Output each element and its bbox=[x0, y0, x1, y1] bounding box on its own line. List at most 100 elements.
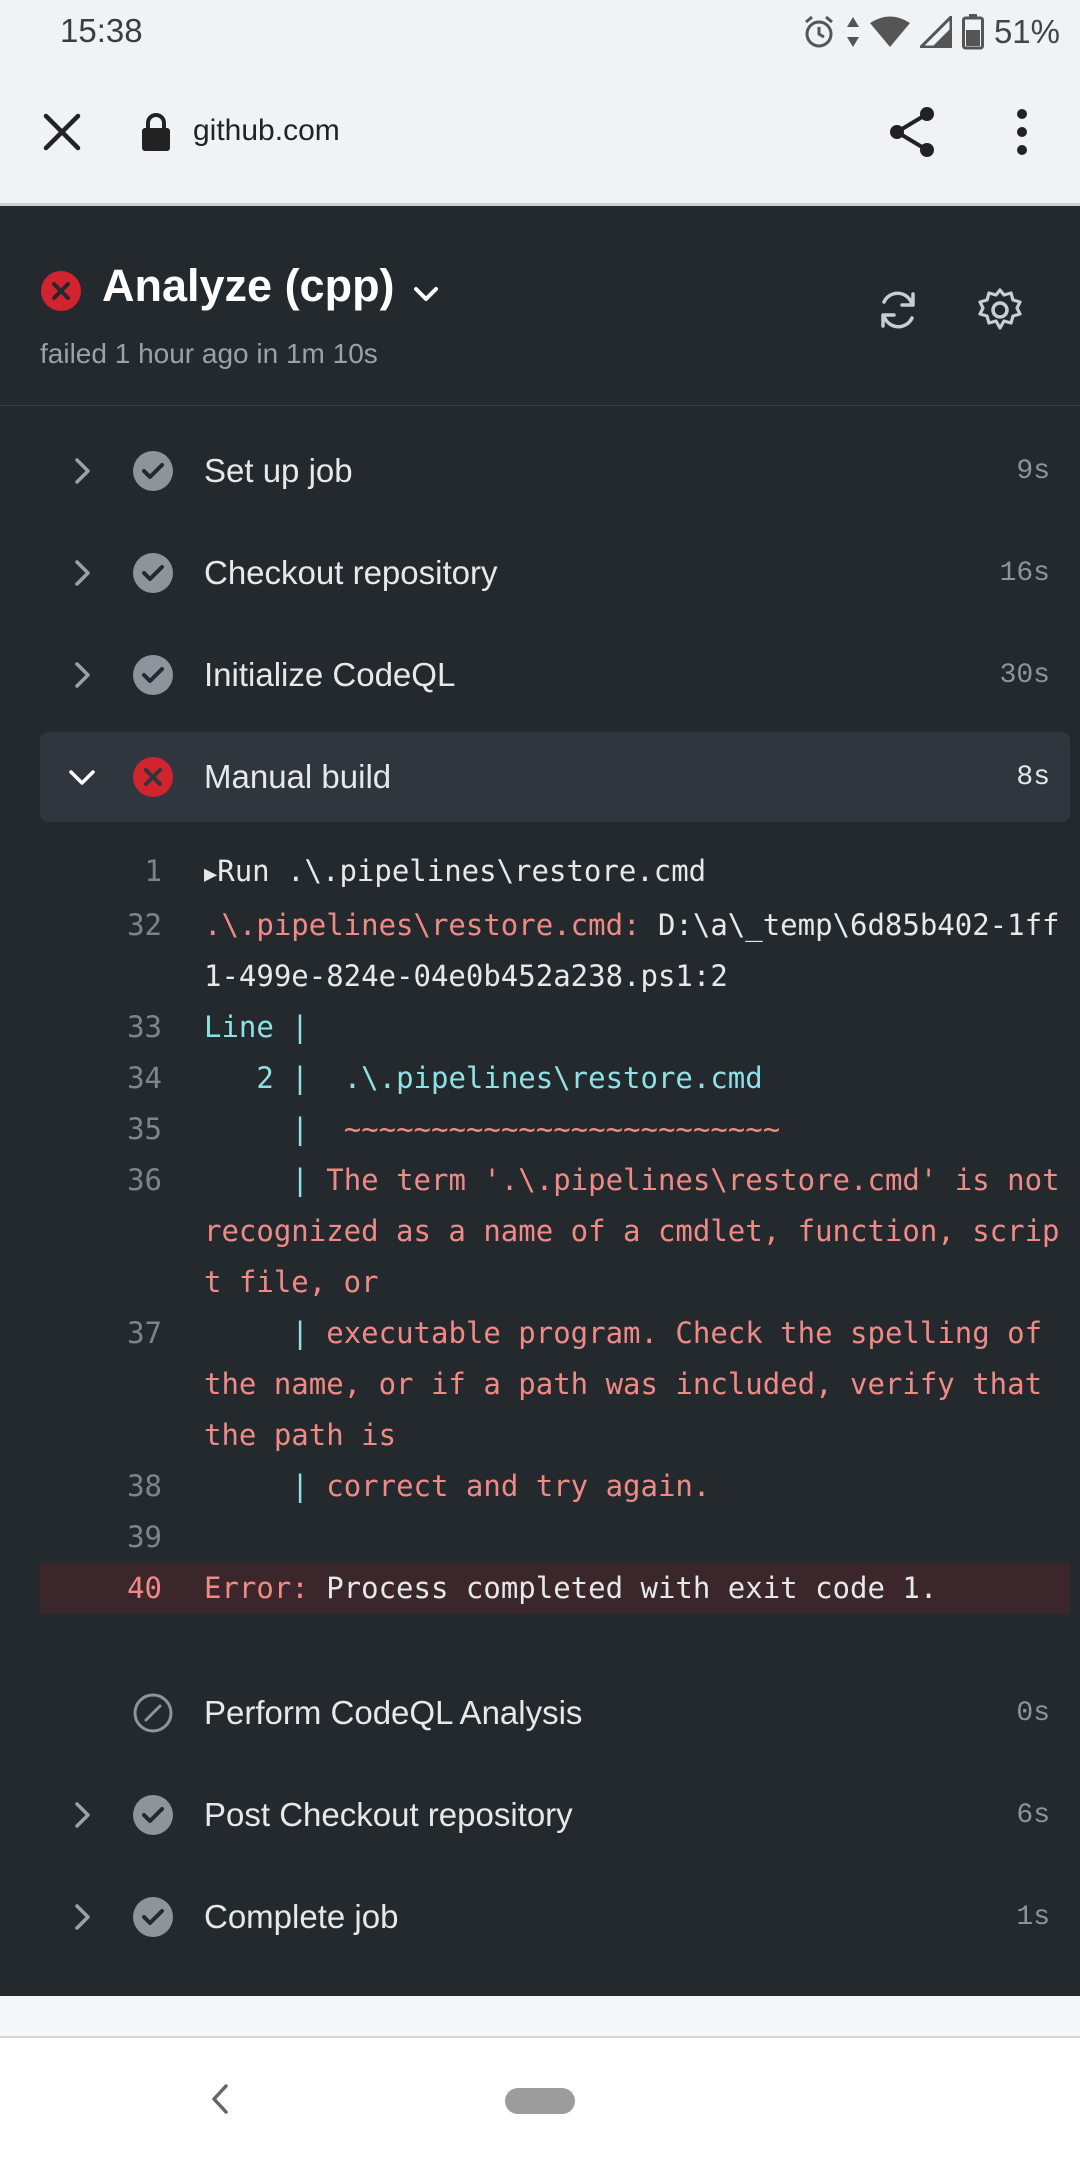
chevron-right-icon[interactable] bbox=[64, 453, 100, 489]
line-number[interactable]: 40 bbox=[40, 1563, 162, 1614]
failure-icon bbox=[133, 757, 173, 797]
log-line: 35 | ~~~~~~~~~~~~~~~~~~~~~~~~~ bbox=[40, 1104, 1070, 1155]
log-text: .\.pipelines\restore.cmd: D:\a\_temp\6d8… bbox=[204, 900, 1070, 1002]
chevron-right-icon[interactable] bbox=[64, 657, 100, 693]
log-text bbox=[204, 1512, 1070, 1563]
job-status-text: failed 1 hour ago in 1m 10s bbox=[40, 338, 378, 369]
step-label: Initialize CodeQL bbox=[204, 656, 456, 693]
log-error-source: .\.pipelines\restore.cmd: bbox=[204, 908, 658, 942]
check-circle-icon bbox=[133, 451, 173, 491]
step-set-up-job[interactable]: Set up job 9s bbox=[40, 426, 1070, 516]
gear-icon[interactable] bbox=[976, 286, 1024, 334]
chevron-right-icon[interactable] bbox=[64, 555, 100, 591]
chevron-down-icon[interactable] bbox=[64, 759, 100, 795]
log-line: 36 | The term '.\.pipelines\restore.cmd'… bbox=[40, 1155, 1070, 1308]
log-line: 39 bbox=[40, 1512, 1070, 1563]
expand-triangle-icon[interactable]: ▶ bbox=[204, 862, 217, 887]
log-text: | correct and try again. bbox=[204, 1461, 1070, 1512]
line-number[interactable]: 35 bbox=[40, 1104, 162, 1155]
step-initialize-codeql[interactable]: Initialize CodeQL 30s bbox=[40, 630, 1070, 720]
log-line: 34 2 | .\.pipelines\restore.cmd bbox=[40, 1053, 1070, 1104]
line-number[interactable]: 1 bbox=[40, 846, 162, 897]
log-error-message: The term '.\.pipelines\restore.cmd' is n… bbox=[204, 1163, 1078, 1299]
line-number[interactable]: 33 bbox=[40, 1002, 162, 1053]
chevron-right-icon[interactable] bbox=[64, 1899, 100, 1935]
log-pipe: | bbox=[204, 1112, 344, 1146]
line-number[interactable]: 36 bbox=[40, 1155, 162, 1206]
chevron-down-icon[interactable] bbox=[408, 276, 444, 312]
refresh-icon[interactable] bbox=[874, 286, 922, 334]
line-number[interactable]: 37 bbox=[40, 1308, 162, 1359]
log-error-message: executable program. Check the spelling o… bbox=[204, 1316, 1060, 1452]
battery-percent: 51% bbox=[993, 13, 1060, 50]
log-squiggle: ~~~~~~~~~~~~~~~~~~~~~~~~~ bbox=[343, 1112, 781, 1146]
log-line: 1 ▶Run .\.pipelines\restore.cmd bbox=[40, 846, 1070, 900]
workflow-job-panel: Analyze (cpp) failed 1 hour ago in 1m 10… bbox=[0, 206, 1080, 1996]
log-pipe: | bbox=[204, 1316, 327, 1350]
job-title[interactable]: Analyze (cpp) bbox=[102, 260, 395, 312]
status-time: 15:38 bbox=[60, 12, 143, 49]
status-bar: 15:38 51% bbox=[0, 0, 1080, 64]
log-text: Error: Process completed with exit code … bbox=[204, 1563, 1070, 1614]
check-circle-icon bbox=[133, 1897, 173, 1937]
step-duration: 30s bbox=[999, 660, 1050, 691]
step-label: Complete job bbox=[204, 1898, 399, 1935]
log-pipe: | bbox=[204, 1469, 327, 1503]
lock-icon bbox=[142, 113, 170, 151]
step-checkout-repository[interactable]: Checkout repository 16s bbox=[40, 528, 1070, 618]
line-number[interactable]: 32 bbox=[40, 900, 162, 951]
check-circle-icon bbox=[133, 553, 173, 593]
step-complete-job[interactable]: Complete job 1s bbox=[40, 1872, 1070, 1962]
chevron-right-icon[interactable] bbox=[64, 1797, 100, 1833]
log-error-label: Error: bbox=[204, 1571, 327, 1605]
log-text: | The term '.\.pipelines\restore.cmd' is… bbox=[204, 1155, 1070, 1308]
wifi-icon bbox=[869, 16, 910, 47]
step-duration: 6s bbox=[1016, 1800, 1050, 1831]
check-circle-icon bbox=[133, 655, 173, 695]
job-header: Analyze (cpp) failed 1 hour ago in 1m 10… bbox=[0, 206, 1080, 406]
log-text: Line | bbox=[204, 1010, 309, 1044]
share-icon[interactable] bbox=[885, 104, 941, 160]
home-pill[interactable] bbox=[505, 2088, 575, 2114]
log-line: 33 Line | bbox=[40, 1002, 1070, 1053]
log-line: 37 | executable program. Check the spell… bbox=[40, 1308, 1070, 1461]
step-label: Perform CodeQL Analysis bbox=[204, 1694, 583, 1731]
line-number[interactable]: 39 bbox=[40, 1512, 162, 1563]
step-label: Manual build bbox=[204, 758, 392, 795]
check-circle-icon bbox=[133, 1795, 173, 1835]
step-duration: 8s bbox=[1016, 762, 1050, 793]
status-icons: 51% bbox=[802, 10, 1060, 54]
more-vert-icon[interactable] bbox=[1000, 104, 1040, 160]
log-text: | ~~~~~~~~~~~~~~~~~~~~~~~~~ bbox=[204, 1104, 1070, 1155]
back-icon[interactable] bbox=[204, 2082, 236, 2116]
system-navigation-bar bbox=[0, 2038, 1080, 2160]
line-number[interactable]: 34 bbox=[40, 1053, 162, 1104]
step-label: Set up job bbox=[204, 452, 353, 489]
alarm-icon bbox=[804, 15, 833, 48]
step-log: 1 ▶Run .\.pipelines\restore.cmd 32 .\.pi… bbox=[40, 846, 1070, 1614]
log-error-message: correct and try again. bbox=[326, 1469, 711, 1503]
signal-icon bbox=[919, 16, 952, 48]
data-arrows-icon bbox=[846, 17, 859, 47]
log-line: 38 | correct and try again. bbox=[40, 1461, 1070, 1512]
step-post-checkout-repository[interactable]: Post Checkout repository 6s bbox=[40, 1770, 1070, 1860]
log-run-command: Run .\.pipelines\restore.cmd bbox=[217, 854, 707, 888]
step-manual-build[interactable]: Manual build 8s bbox=[40, 732, 1070, 822]
step-duration: 16s bbox=[999, 558, 1050, 589]
step-duration: 1s bbox=[1016, 1902, 1050, 1933]
url-text[interactable]: github.com bbox=[193, 114, 340, 148]
step-perform-codeql-analysis: Perform CodeQL Analysis 0s bbox=[40, 1668, 1070, 1758]
close-icon[interactable] bbox=[38, 108, 86, 156]
log-text: | executable program. Check the spelling… bbox=[204, 1308, 1070, 1461]
step-duration: 9s bbox=[1016, 456, 1050, 487]
line-number[interactable]: 38 bbox=[40, 1461, 162, 1512]
failure-icon bbox=[41, 271, 81, 311]
step-label: Post Checkout repository bbox=[204, 1796, 573, 1833]
log-text[interactable]: ▶Run .\.pipelines\restore.cmd bbox=[204, 846, 1070, 900]
log-pipe: | bbox=[204, 1163, 327, 1197]
log-text: 2 | .\.pipelines\restore.cmd bbox=[204, 1061, 763, 1095]
page-footer-strip bbox=[0, 1996, 1080, 2038]
log-exit-message: Process completed with exit code 1. bbox=[326, 1571, 938, 1605]
step-duration: 0s bbox=[1016, 1698, 1050, 1729]
step-label: Checkout repository bbox=[204, 554, 498, 591]
